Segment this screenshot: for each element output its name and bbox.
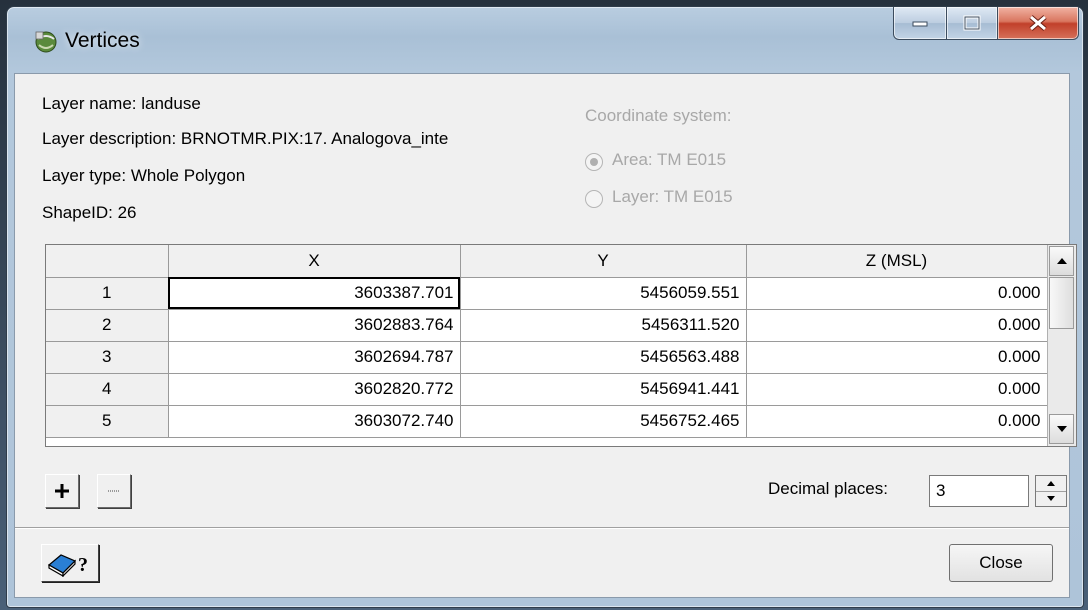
grid-vertical-scrollbar[interactable] (1047, 245, 1076, 446)
row-index[interactable]: 1 (46, 277, 169, 310)
minimize-icon (912, 21, 928, 27)
cell-x[interactable]: 3603387.701 (168, 277, 461, 310)
close-window-button[interactable] (998, 7, 1079, 40)
maximize-icon (963, 15, 981, 31)
minus-icon (108, 490, 120, 492)
arrow-down-icon (1056, 426, 1067, 432)
plus-icon (55, 484, 69, 498)
cell-y[interactable]: 5456311.520 (460, 309, 747, 342)
decimal-places-input[interactable] (929, 475, 1029, 507)
cell-z[interactable]: 0.000 (746, 277, 1048, 310)
decimal-places-label: Decimal places: (768, 479, 888, 498)
cell-y[interactable]: 5456941.441 (460, 373, 747, 406)
cell-z[interactable]: 0.000 (746, 405, 1048, 438)
shape-id-label: ShapeID: 26 (42, 203, 137, 222)
stepper-up-button[interactable] (1036, 476, 1066, 492)
layer-radio[interactable] (585, 190, 603, 208)
row-index[interactable]: 3 (46, 341, 169, 374)
table-row[interactable]: 1 3603387.701 5456059.551 0.000 (46, 277, 1048, 310)
cell-x[interactable]: 3603072.740 (168, 405, 461, 438)
remove-vertex-button[interactable] (97, 474, 131, 508)
cell-y[interactable]: 5456563.488 (460, 341, 747, 374)
caption-buttons (893, 7, 1079, 41)
svg-text:?: ? (78, 554, 88, 576)
column-header-x[interactable]: X (168, 245, 461, 278)
scroll-down-button[interactable] (1049, 414, 1074, 444)
cell-x[interactable]: 3602820.772 (168, 373, 461, 406)
close-icon (1029, 15, 1047, 31)
maximize-button[interactable] (947, 7, 998, 40)
vertices-table: X Y Z (MSL) 1 3603387.701 5456059.551 0.… (46, 245, 1048, 438)
area-radio[interactable] (585, 153, 603, 171)
cell-z[interactable]: 0.000 (746, 309, 1048, 342)
minimize-button[interactable] (893, 7, 947, 40)
arrow-down-icon (1047, 496, 1055, 501)
layer-type-label: Layer type: Whole Polygon (42, 166, 246, 185)
layer-radio-label: Layer: TM E015 (612, 187, 733, 206)
help-book-icon: ? (47, 554, 88, 577)
vertices-window: Vertices Layer name: landuse Layer descr… (6, 6, 1084, 608)
cell-z[interactable]: 0.000 (746, 341, 1048, 374)
table-row[interactable]: 2 3602883.764 5456311.520 0.000 (46, 309, 1048, 342)
layer-description-label: Layer description: BRNOTMR.PIX:17. Analo… (42, 129, 449, 148)
add-vertex-button[interactable] (45, 474, 79, 508)
title-bar[interactable]: Vertices (7, 7, 1083, 73)
table-row[interactable]: 4 3602820.772 5456941.441 0.000 (46, 373, 1048, 406)
stepper-down-button[interactable] (1036, 491, 1066, 506)
cell-x[interactable]: 3602883.764 (168, 309, 461, 342)
area-radio-label: Area: TM E015 (612, 150, 727, 169)
app-globe-icon (35, 31, 57, 53)
corner-header (46, 245, 169, 278)
grid-header-row: X Y Z (MSL) (46, 245, 1048, 278)
cell-y[interactable]: 5456059.551 (460, 277, 747, 310)
table-row[interactable]: 5 3603072.740 5456752.465 0.000 (46, 405, 1048, 438)
coordinate-system-label: Coordinate system: (585, 106, 732, 125)
vertices-grid[interactable]: X Y Z (MSL) 1 3603387.701 5456059.551 0.… (45, 244, 1077, 447)
layer-name-label: Layer name: landuse (42, 94, 201, 113)
row-index[interactable]: 5 (46, 405, 169, 438)
close-button[interactable]: Close (949, 544, 1053, 582)
column-header-z[interactable]: Z (MSL) (746, 245, 1048, 278)
cell-x[interactable]: 3602694.787 (168, 341, 461, 374)
window-title: Vertices (65, 29, 140, 52)
scroll-thumb[interactable] (1049, 277, 1074, 329)
help-button[interactable]: ? (41, 544, 99, 582)
cell-z[interactable]: 0.000 (746, 373, 1048, 406)
row-index[interactable]: 4 (46, 373, 169, 406)
column-header-y[interactable]: Y (460, 245, 747, 278)
cell-y[interactable]: 5456752.465 (460, 405, 747, 438)
scroll-up-button[interactable] (1049, 246, 1074, 276)
dialog-client-area: Layer name: landuse Layer description: B… (14, 73, 1077, 598)
arrow-up-icon (1047, 481, 1055, 486)
decimal-places-stepper[interactable] (1035, 475, 1067, 507)
table-row[interactable]: 3 3602694.787 5456563.488 0.000 (46, 341, 1048, 374)
row-index[interactable]: 2 (46, 309, 169, 342)
arrow-up-icon (1056, 258, 1067, 264)
footer-separator (15, 527, 1069, 529)
